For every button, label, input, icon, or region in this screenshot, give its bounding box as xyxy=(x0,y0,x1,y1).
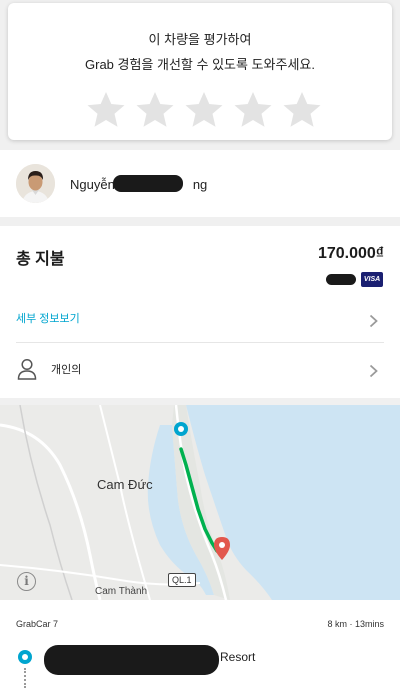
rating-prompt-line2: Grab 경험을 개선할 수 있도록 도와주세요. xyxy=(85,57,315,72)
view-details-link[interactable]: 세부 정보보기 xyxy=(16,310,80,326)
personal-profile-label: 개인의 xyxy=(51,364,82,376)
pickup-address-suffix: Resort xyxy=(220,650,256,664)
person-icon xyxy=(17,358,37,380)
route-map[interactable]: Cam Đức QL.1 Cam Thành i xyxy=(0,405,400,600)
star-rating xyxy=(86,90,322,130)
vehicle-type: GrabCar 7 xyxy=(16,619,59,629)
visa-card-icon: VISA xyxy=(361,272,383,287)
trip-info-section: GrabCar 7 8 km · 13mins Resort xyxy=(0,600,400,690)
payment-section: 총 지불 170.000₫ VISA 세부 정보보기 개인의 xyxy=(0,226,400,398)
info-icon[interactable]: i xyxy=(17,572,36,591)
driver-avatar xyxy=(16,164,55,203)
view-details-row[interactable]: 세부 정보보기 xyxy=(0,298,400,342)
map-label-area: Cam Thành xyxy=(95,586,148,597)
rating-card: 이 차량을 평가하여 Grab 경험을 개선할 수 있도록 도와주세요. xyxy=(8,3,392,140)
card-number-redaction xyxy=(326,274,356,285)
map-canvas xyxy=(0,405,400,600)
star-icon-4[interactable] xyxy=(233,90,273,130)
chevron-right-icon xyxy=(369,364,378,378)
chevron-right-icon xyxy=(369,314,378,328)
personal-profile-row[interactable]: 개인의 xyxy=(0,343,400,398)
star-icon-5[interactable] xyxy=(282,90,322,130)
star-icon-3[interactable] xyxy=(184,90,224,130)
driver-row: Nguyễn ng xyxy=(0,150,400,217)
pickup-location-icon xyxy=(18,650,32,664)
trip-distance-duration: 8 km · 13mins xyxy=(327,619,384,629)
total-label: 총 지불 xyxy=(16,251,65,268)
pickup-address-redaction xyxy=(44,645,219,675)
road-number-badge: QL.1 xyxy=(168,573,196,587)
map-label-city: Cam Đức xyxy=(97,477,153,492)
star-icon-2[interactable] xyxy=(135,90,175,130)
total-amount: 170.000₫ xyxy=(317,245,384,262)
star-icon-1[interactable] xyxy=(86,90,126,130)
route-connector xyxy=(24,668,26,688)
rating-prompt-line1: 이 차량을 평가하여 xyxy=(148,32,252,47)
name-redaction xyxy=(113,175,183,192)
